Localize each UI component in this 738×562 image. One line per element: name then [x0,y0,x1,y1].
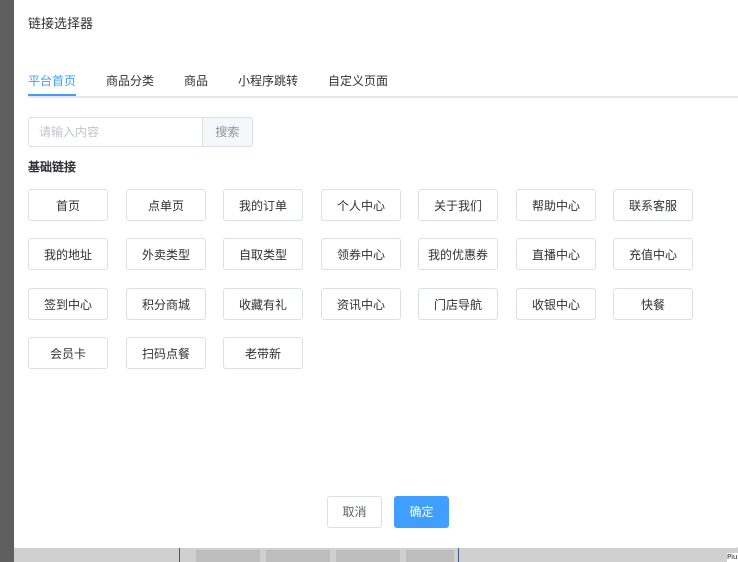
background-divider [179,548,180,562]
background-cell [336,550,400,562]
background-partial-text: Piu [727,553,738,562]
link-button-about-us[interactable]: 关于我们 [418,189,498,221]
link-button-my-address[interactable]: 我的地址 [28,238,108,270]
background-cell [406,550,454,562]
tab-platform-home[interactable]: 平台首页 [28,72,76,90]
dialog-title: 链接选择器 [28,17,94,32]
tab-product-category[interactable]: 商品分类 [106,72,154,90]
background-divider [458,548,459,562]
active-tab-indicator [28,94,76,96]
link-button-cashier-center[interactable]: 收银中心 [516,288,596,320]
tab-mini-program-jump[interactable]: 小程序跳转 [238,72,298,90]
link-button-pickup-type[interactable]: 自取类型 [223,238,303,270]
background-cell [266,550,330,562]
link-button-store-navigation[interactable]: 门店导航 [418,288,498,320]
link-button-coupon-center[interactable]: 领券中心 [321,238,401,270]
confirm-button[interactable]: 确定 [394,496,449,528]
background-cell [196,550,260,562]
search-button[interactable]: 搜索 [201,117,253,147]
link-button-check-in-center[interactable]: 签到中心 [28,288,108,320]
link-button-order-page[interactable]: 点单页 [126,189,206,221]
link-button-fast-food[interactable]: 快餐 [613,288,693,320]
search-group: 搜索 [28,117,253,147]
link-button-help-center[interactable]: 帮助中心 [516,189,596,221]
tab-product[interactable]: 商品 [184,72,208,90]
link-button-favorite-gift[interactable]: 收藏有礼 [223,288,303,320]
link-selector-dialog: 链接选择器 平台首页 商品分类 商品 小程序跳转 自定义页面 搜索 基础链接 首… [14,0,738,548]
link-button-points-mall[interactable]: 积分商城 [126,288,206,320]
link-button-personal-center[interactable]: 个人中心 [321,189,401,221]
link-button-home[interactable]: 首页 [28,189,108,221]
link-button-membership-card[interactable]: 会员卡 [28,337,108,369]
link-button-contact-service[interactable]: 联系客服 [613,189,693,221]
link-button-delivery-type[interactable]: 外卖类型 [126,238,206,270]
link-button-recharge-center[interactable]: 充值中心 [613,238,693,270]
link-button-news-center[interactable]: 资讯中心 [321,288,401,320]
link-button-my-coupons[interactable]: 我的优惠券 [418,238,498,270]
link-button-scan-to-order[interactable]: 扫码点餐 [126,337,206,369]
link-button-live-center[interactable]: 直播中心 [516,238,596,270]
cancel-button[interactable]: 取消 [327,496,382,528]
section-heading: 基础链接 [28,160,77,174]
tab-bar: 平台首页 商品分类 商品 小程序跳转 自定义页面 [28,72,738,98]
search-input[interactable] [28,117,202,147]
tab-custom-page[interactable]: 自定义页面 [328,72,388,90]
link-button-my-orders[interactable]: 我的订单 [223,189,303,221]
link-button-referral[interactable]: 老带新 [223,337,303,369]
